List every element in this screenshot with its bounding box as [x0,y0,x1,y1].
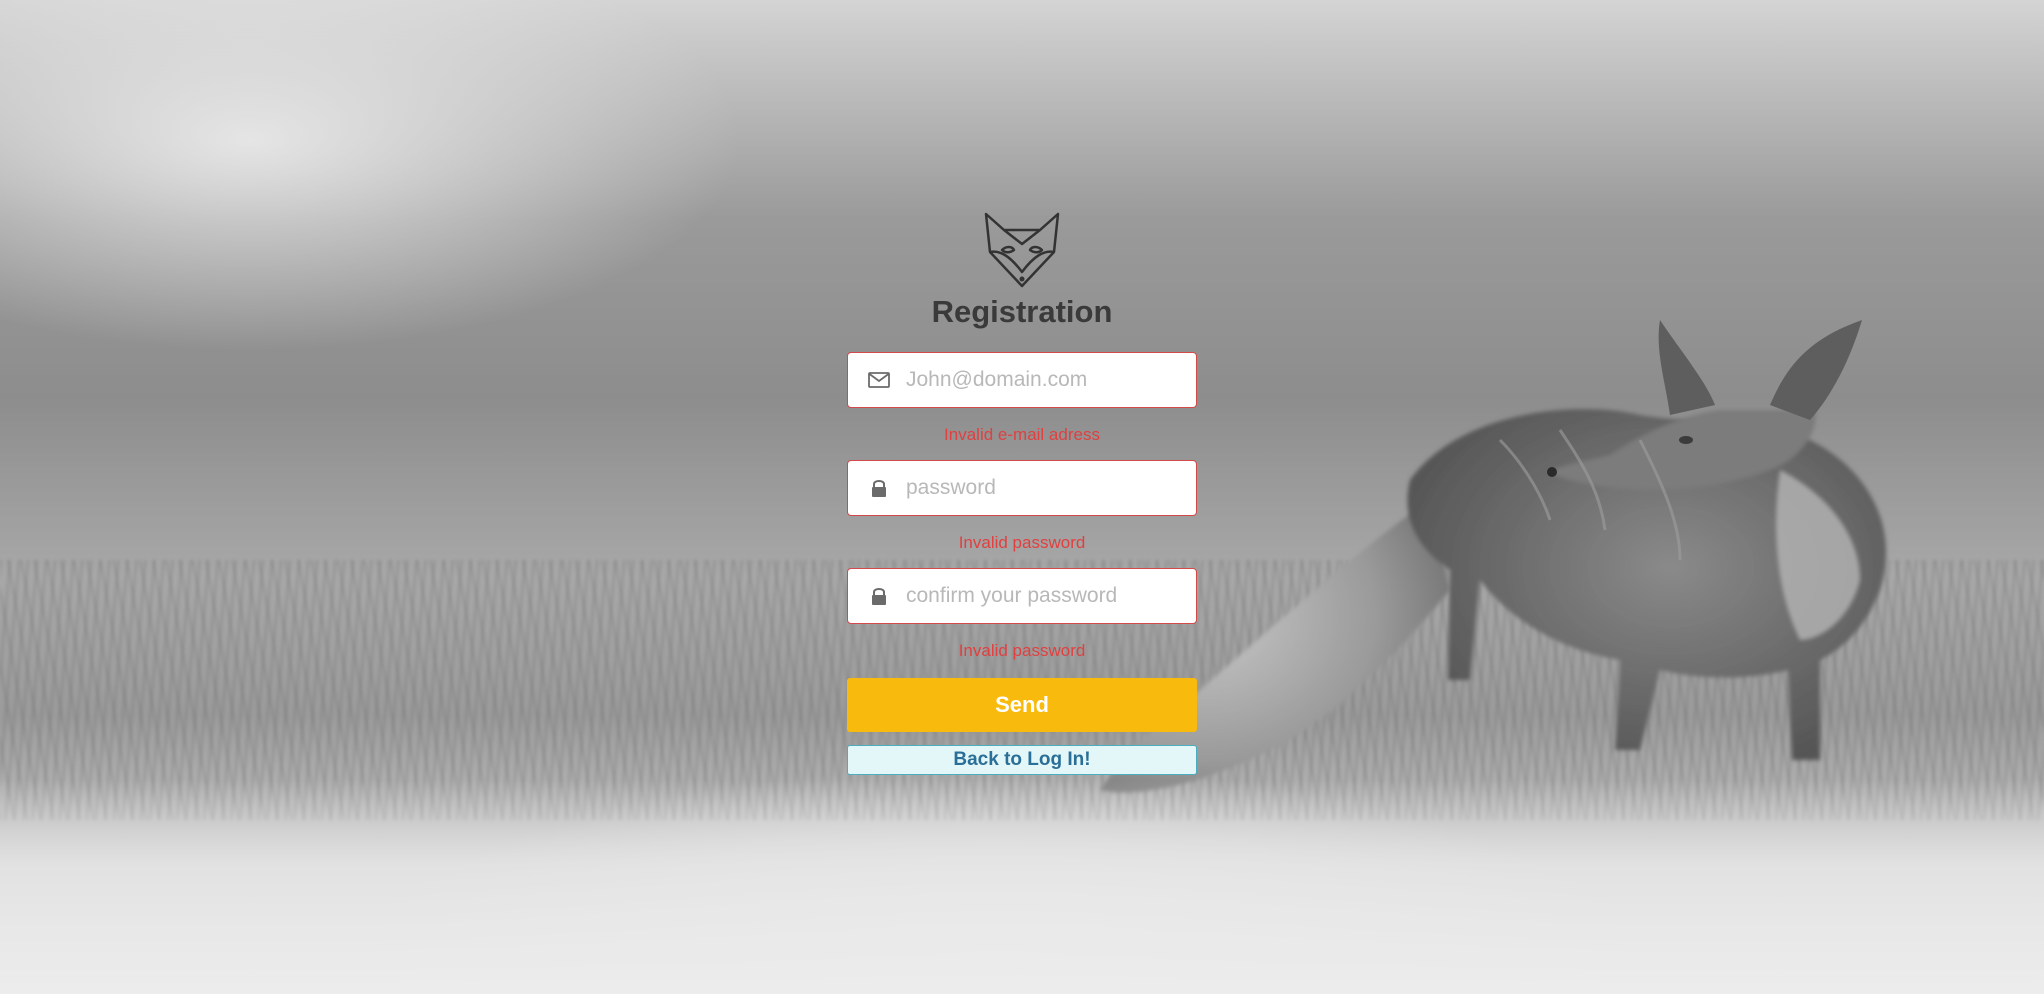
password-field [847,460,1197,516]
page-title: Registration [931,294,1113,329]
password-error: Invalid password [958,533,1086,552]
fox-logo-icon [984,212,1060,288]
lock-icon [872,480,886,497]
email-field [847,352,1197,408]
send-button[interactable]: Send [847,678,1197,732]
back-to-login-button[interactable]: Back to Log In! [847,745,1197,775]
confirm-password-field [847,568,1197,624]
envelope-icon [868,372,890,388]
registration-form: Registration Invalid e-mail adress Inval… [847,210,1197,775]
confirm-password-input[interactable] [906,569,1186,623]
email-input[interactable] [906,353,1186,407]
foreground-fog [0,780,2044,994]
email-error: Invalid e-mail adress [944,425,1100,444]
lock-icon [872,588,886,605]
password-input[interactable] [906,461,1186,515]
confirm-password-error: Invalid password [958,641,1086,660]
